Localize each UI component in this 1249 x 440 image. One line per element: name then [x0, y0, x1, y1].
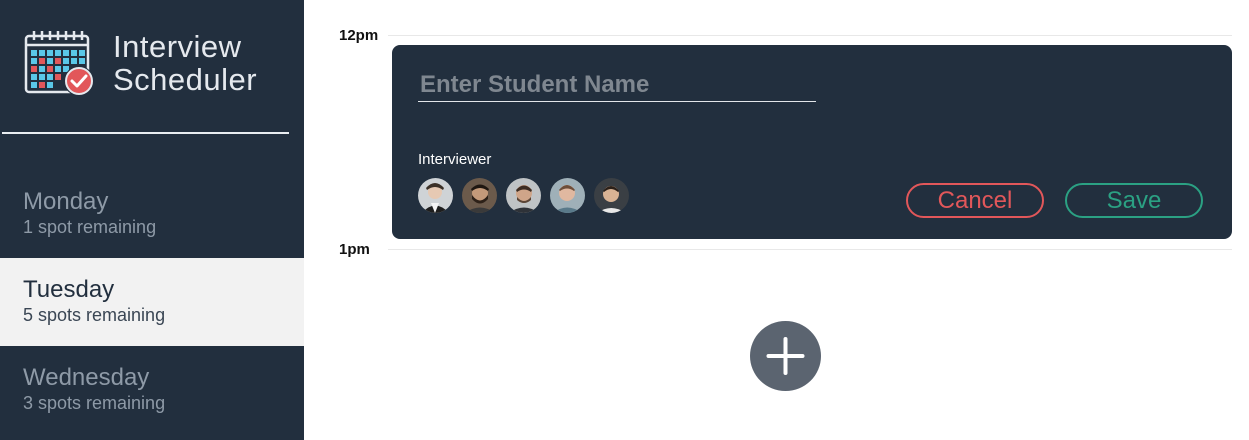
time-label-1pm: 1pm: [339, 241, 370, 258]
day-name: Tuesday: [23, 276, 115, 303]
day-item-wednesday[interactable]: Wednesday 3 spots remaining: [0, 346, 304, 434]
sidebar-divider: [2, 132, 289, 134]
hour-divider: [388, 35, 1232, 36]
calendar-check-icon: [24, 30, 96, 98]
interviewer-avatar-4[interactable]: [550, 178, 585, 213]
interviewer-label: Interviewer: [418, 151, 492, 168]
app-title-line1: Interview: [113, 29, 242, 64]
day-item-tuesday[interactable]: Tuesday 5 spots remaining: [0, 258, 304, 346]
day-name: Monday: [23, 188, 109, 215]
add-appointment-button[interactable]: [750, 321, 821, 391]
day-spots: 1 spot remaining: [23, 217, 157, 237]
interviewer-avatar-1[interactable]: [418, 178, 453, 213]
app-title: Interview Scheduler: [113, 30, 257, 96]
interviewer-avatar-2[interactable]: [462, 178, 497, 213]
day-item-monday[interactable]: Monday 1 spot remaining: [0, 170, 304, 258]
interviewer-avatar-3[interactable]: [506, 178, 541, 213]
hour-divider: [388, 249, 1232, 250]
day-spots: 5 spots remaining: [23, 305, 166, 325]
cancel-button[interactable]: Cancel: [906, 183, 1044, 218]
interviewer-avatar-5[interactable]: [594, 178, 629, 213]
day-spots: 3 spots remaining: [23, 393, 166, 413]
save-button[interactable]: Save: [1065, 183, 1203, 218]
day-list: Monday 1 spot remaining Tuesday 5 spots …: [0, 170, 304, 434]
day-name: Wednesday: [23, 364, 150, 391]
plus-icon: [766, 337, 805, 375]
sidebar: Interview Scheduler Monday 1 spot remain…: [0, 0, 304, 440]
appointment-form: Interviewer Cancel Save: [392, 45, 1232, 239]
app-title-line2: Scheduler: [113, 62, 258, 97]
time-label-12pm: 12pm: [339, 27, 379, 44]
student-name-input[interactable]: [418, 69, 816, 102]
interviewer-list: [418, 178, 629, 213]
